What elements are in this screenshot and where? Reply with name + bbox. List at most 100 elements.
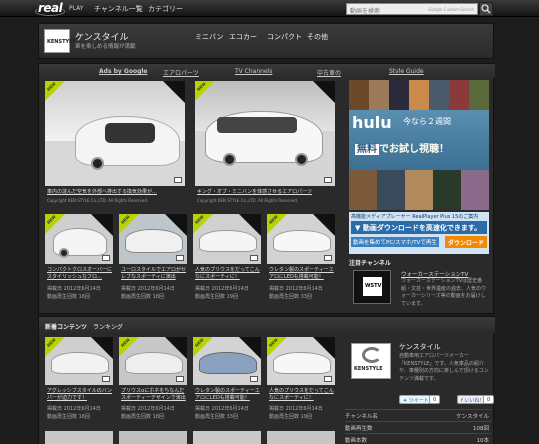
search-icon [481,4,491,14]
featured-video-thumbnail[interactable]: NEW [45,81,185,186]
channel-logo-text: KENSTYLE [47,39,76,45]
subnav-style-guide[interactable]: Style Guide [389,68,424,75]
video-thumbnail[interactable] [119,431,187,444]
video-caption[interactable]: ウレタン製のスポーティーエアロにLEDも搭載可能！ [269,267,335,281]
hulu-promo: hulu 今なら２週間 無料 でお試し視聴！ [349,110,489,170]
nav-category[interactable]: カテゴリー [148,4,183,14]
video-camera-icon [324,376,332,382]
tab-ranking[interactable]: ランキング [93,322,123,331]
rp-ad-headline: ▼ 動画ダウンロードを高速化できます。 [351,221,487,234]
channel-info-logo-text: KENSTYLE [354,366,383,372]
realplayer-logo[interactable]: real PLAY [35,1,86,16]
video-camera-icon [324,177,332,183]
video-thumbnail[interactable] [267,431,335,444]
twitter-bird-icon: ✦ [403,398,408,404]
video-thumbnail[interactable] [193,431,261,444]
download-button[interactable]: ダウンロード [445,236,487,248]
channel-subtitle: 車を楽しめる情報が満載 [75,44,136,50]
rp-ad-subtext: 動画を集めてPC/スマホ/TVで再生 [351,237,439,247]
top-bar: real PLAY チャンネル一覧 カテゴリー 動画を検索 Google Cus… [0,0,539,17]
thumbs-up-icon: f [461,398,463,404]
video-caption[interactable]: アグレッシブスタイルのバンパーが迫力です！ [47,388,113,402]
video-camera-icon [102,255,110,261]
video-thumbnail[interactable]: NEW [193,214,261,264]
realplayer-plus-ad[interactable]: 高機能メディアプレーヤー RealPlayer Plus 15のご案内 ▼ 動画… [349,212,489,254]
search-input[interactable]: 動画を検索 Google Custom Search [346,3,478,15]
video-thumbnail[interactable]: NEW [119,214,187,264]
lower-tabs: 新着コンテンツ ランキング [39,317,495,333]
channel-info-description: 自動車用エアロパーツメーカー「KENSTYLE」です。人気車品の紹介や、車種別の… [399,353,489,382]
like-count: 0 [483,395,495,404]
search-button[interactable] [479,2,493,16]
video-camera-icon [102,376,110,382]
tweet-count: 0 [429,395,441,404]
video-caption[interactable]: ユーロスタイルでエアロがセレブなスポーティに演出 [121,267,187,281]
copyright-text: Copyright KEN STYLE Co.,LTD. All Rights … [47,198,149,203]
featured-channel-name[interactable]: ウォーカーステーションTV [401,270,468,278]
video-thumbnail[interactable]: NEW [45,337,113,385]
video-camera-icon [324,255,332,261]
channel-header: KENSTYLE ケンスタイル 車を楽しめる情報が満載 ミニバン エコカー コン… [38,23,494,59]
hulu-ad-banner[interactable]: hulu 今なら２週間 無料 でお試し視聴！ [349,80,489,210]
video-camera-icon [176,255,184,261]
download-icon: ▼ [355,224,363,232]
video-thumbnail[interactable]: NEW [45,214,113,264]
tab-new-contents[interactable]: 新着コンテンツ [45,322,87,331]
video-caption[interactable]: コンパクトクロスオーバーにスタイリッシュなフロ… [47,267,113,281]
ads-by-google-link[interactable]: Ads by Google [99,68,147,75]
hulu-logo: hulu [352,113,392,132]
rp-ad-top-text: 高機能メディアプレーヤー RealPlayer Plus 15のご案内 [351,214,479,220]
tweet-button[interactable]: ✦ ツイート [399,395,433,404]
video-meta: 掲載日 2012年6月14日 動画再生回数 16回 [47,286,101,300]
logo-real-text: real [38,1,63,15]
subnav-used-cars[interactable]: 中古車の [317,68,341,77]
google-custom-search-label: Google Custom Search [428,7,474,12]
video-meta: 掲載日 2012年6月14日 動画再生回数 18回 [121,286,175,300]
subnav-aero-parts[interactable]: エアロパーツ [163,68,199,77]
channel-info-logo[interactable]: KENSTYLE [351,343,391,379]
video-camera-icon [250,255,258,261]
featured-channel-thumbnail[interactable]: WSTV [353,270,391,304]
featured-caption[interactable]: 車内の淀んだ空気を外部へ排出する換気効果が… [47,189,187,196]
sub-navigation: Ads by Google エアロパーツ TV Channels 中古車の St… [39,64,495,78]
video-meta: 掲載日 2012年6月14日 動画再生回数 33回 [269,286,323,300]
video-caption[interactable]: プリウスαにホネをちなんだスポーティーデザインで演出 [121,388,187,402]
featured-video-thumbnail[interactable]: NEW [195,81,335,186]
video-camera-icon [250,376,258,382]
nav-channel-list[interactable]: チャンネル一覧 [94,4,143,14]
featured-caption[interactable]: キング・オブ・ミニバンを体感させるエアロパーツ [197,189,337,196]
category-compact[interactable]: コンパクト [267,32,302,42]
video-meta: 掲載日 2012年6月14日 動画再生回数 18回 [121,406,175,420]
stat-row: 動画本数 10本 [345,433,491,444]
video-camera-icon [176,376,184,382]
video-thumbnail[interactable] [45,431,113,444]
video-camera-icon [174,177,182,183]
category-ecocar[interactable]: エコカー [229,32,257,42]
copyright-text: Copyright KEN STYLE Co.,LTD. All Rights … [197,198,299,203]
category-minivan[interactable]: ミニバン [195,32,223,42]
video-caption[interactable]: ウレタン製のスポーティーエアロにLEDも搭載可能！ [195,388,261,402]
video-meta: 掲載日 2012年6月14日 動画再生回数 33回 [195,406,249,420]
subnav-tv-channels[interactable]: TV Channels [235,68,272,75]
stat-row: 動画再生数 108回 [345,421,491,432]
video-caption[interactable]: 人気のプリウスをだってこんなにスポーティに！ [195,267,261,281]
video-meta: 掲載日 2012年6月14日 動画再生回数 16回 [47,406,101,420]
channel-logo[interactable]: KENSTYLE [44,29,76,53]
channel-info-name: ケンスタイル [399,343,441,351]
video-thumbnail[interactable]: NEW [267,214,335,264]
main-panel: Ads by Google エアロパーツ TV Channels 中古車の St… [38,63,495,314]
featured-channel: 注目チャンネル WSTV ウォーカーステーションTV ウォーカーステーションTV… [349,258,489,312]
video-thumbnail[interactable]: NEW [267,337,335,385]
video-meta: 掲載日 2012年6月14日 動画再生回数 19回 [195,286,249,300]
video-caption[interactable]: 人気のプリウスをだってこんなにスポーティに！ [269,388,335,402]
featured-channel-description: ウォーカーステーションTVは歴史番組・文芸・世界遺産の過去、人気のウォーカーシリ… [401,278,487,307]
video-meta: 掲載日 2012年6月14日 動画再生回数 19回 [269,406,323,420]
logo-play-text: PLAY [69,5,84,12]
stat-row: チャンネル名 ケンスタイル [345,409,491,420]
video-thumbnail[interactable]: NEW [193,337,261,385]
lower-panel: 新着コンテンツ ランキング NEW NEW NEW NEW アグレッシブスタイル… [38,316,495,444]
search-placeholder: 動画を検索 [350,8,381,15]
category-other[interactable]: その他 [307,32,328,42]
featured-channel-heading: 注目チャンネル [349,260,391,267]
video-thumbnail[interactable]: NEW [119,337,187,385]
